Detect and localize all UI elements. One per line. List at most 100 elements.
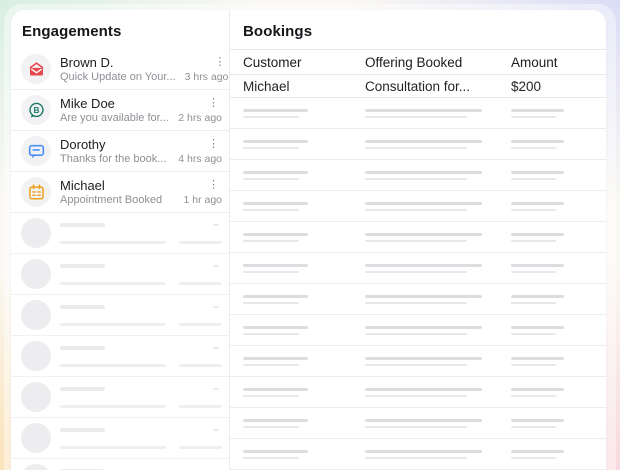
engagements-list: Brown D. ⋮ Quick Update on Your... 3 hrs… [11, 49, 229, 470]
bookings-title: Bookings [230, 10, 606, 50]
avatar-placeholder [21, 464, 51, 470]
column-header-customer: Customer [243, 54, 302, 70]
time-placeholder [179, 322, 222, 326]
customer-placeholder [243, 418, 365, 428]
customer-placeholder [243, 356, 365, 366]
amount-placeholder [511, 232, 606, 242]
amount-placeholder [511, 139, 606, 149]
preview-placeholder [60, 445, 166, 449]
booking-skeleton-row [230, 439, 606, 470]
booking-customer: Michael [243, 78, 290, 94]
customer-placeholder [243, 201, 365, 211]
booking-skeleton-row [230, 98, 606, 129]
name-placeholder [60, 222, 105, 227]
engagement-item-brown[interactable]: Brown D. ⋮ Quick Update on Your... 3 hrs… [11, 49, 229, 90]
kebab-placeholder [213, 264, 219, 267]
offering-placeholder [365, 263, 511, 273]
engagement-skeleton-row [11, 377, 229, 418]
customer-placeholder [243, 170, 365, 180]
avatar-placeholder [21, 382, 51, 412]
kebab-menu-icon[interactable]: ⋮ [185, 56, 229, 69]
customer-placeholder [243, 294, 365, 304]
avatar-placeholder [21, 300, 51, 330]
customer-placeholder [243, 263, 365, 273]
amount-placeholder [511, 418, 606, 428]
kebab-menu-icon[interactable]: ⋮ [183, 179, 222, 192]
engagement-item-dorothy[interactable]: Dorothy ⋮ Thanks for the book... 4 hrs a… [11, 131, 229, 172]
amount-placeholder [511, 263, 606, 273]
engagement-skeleton-row [11, 336, 229, 377]
preview-placeholder [60, 240, 166, 244]
booking-amount: $200 [511, 78, 542, 94]
engagement-preview: Quick Update on Your... [60, 70, 176, 83]
booking-skeleton-row [230, 315, 606, 346]
kebab-menu-icon[interactable]: ⋮ [178, 138, 222, 151]
engagement-name: Michael [60, 177, 105, 193]
booking-skeleton-row [230, 191, 606, 222]
booking-skeleton-row [230, 160, 606, 191]
booking-skeleton-row [230, 129, 606, 160]
kebab-placeholder [213, 428, 219, 431]
engagement-skeleton-row [11, 213, 229, 254]
avatar-placeholder [21, 218, 51, 248]
booking-skeleton-row [230, 284, 606, 315]
avatar [21, 54, 51, 84]
engagements-panel: Engagements Brown D. ⋮ Quick Update on Y… [11, 10, 230, 470]
name-placeholder [60, 263, 105, 268]
amount-placeholder [511, 387, 606, 397]
avatar-placeholder [21, 341, 51, 371]
avatar [21, 136, 51, 166]
time-placeholder [179, 445, 222, 449]
name-placeholder [60, 386, 105, 391]
chat-icon [26, 141, 47, 162]
engagement-item-michael[interactable]: Michael ⋮ Appointment Booked 1 hr ago [11, 172, 229, 213]
offering-placeholder [365, 325, 511, 335]
time-placeholder [179, 240, 222, 244]
bookings-table-header: Customer Offering Booked Amount [230, 50, 606, 76]
time-placeholder [179, 281, 222, 285]
customer-placeholder [243, 387, 365, 397]
preview-placeholder [60, 363, 166, 367]
booking-skeleton-row [230, 253, 606, 284]
offering-placeholder [365, 139, 511, 149]
customer-placeholder [243, 232, 365, 242]
offering-placeholder [365, 387, 511, 397]
booking-skeleton-row [230, 222, 606, 253]
avatar-placeholder [21, 423, 51, 453]
engagement-time: 3 hrs ago [184, 70, 229, 83]
engagement-skeleton-row [11, 418, 229, 459]
engagements-skeleton-list [11, 213, 229, 470]
customer-placeholder [243, 449, 365, 459]
engagement-item-mike[interactable]: B Mike Doe ⋮ Are you available for... 2 … [11, 90, 229, 131]
bookings-skeleton-rows [230, 98, 606, 470]
calendar-icon [26, 182, 47, 203]
amount-placeholder [511, 170, 606, 180]
engagements-title: Engagements [22, 23, 122, 40]
name-placeholder [60, 345, 105, 350]
engagement-name: Brown D. [60, 54, 114, 70]
engagement-name: Mike Doe [60, 95, 115, 111]
name-placeholder [60, 427, 105, 432]
dashboard-card: Engagements Brown D. ⋮ Quick Update on Y… [11, 10, 606, 470]
booking-row-michael[interactable]: Michael Consultation for... $200 [230, 75, 606, 98]
engagement-skeleton-row [11, 459, 229, 470]
engagement-time: 1 hr ago [183, 193, 222, 206]
amount-placeholder [511, 294, 606, 304]
offering-placeholder [365, 108, 511, 118]
booking-skeleton-row [230, 408, 606, 439]
amount-placeholder [511, 108, 606, 118]
preview-placeholder [60, 404, 166, 408]
offering-placeholder [365, 232, 511, 242]
engagement-time: 4 hrs ago [178, 152, 222, 165]
kebab-menu-icon[interactable]: ⋮ [178, 97, 222, 110]
name-placeholder [60, 304, 105, 309]
column-header-amount: Amount [511, 54, 558, 70]
whatsapp-b-icon: B [26, 100, 47, 121]
column-header-offering: Offering Booked [365, 54, 463, 70]
customer-placeholder [243, 325, 365, 335]
customer-placeholder [243, 139, 365, 149]
time-placeholder [179, 404, 222, 408]
booking-offering: Consultation for... [365, 78, 471, 94]
engagement-preview: Thanks for the book... [60, 152, 167, 165]
email-icon [26, 59, 47, 80]
